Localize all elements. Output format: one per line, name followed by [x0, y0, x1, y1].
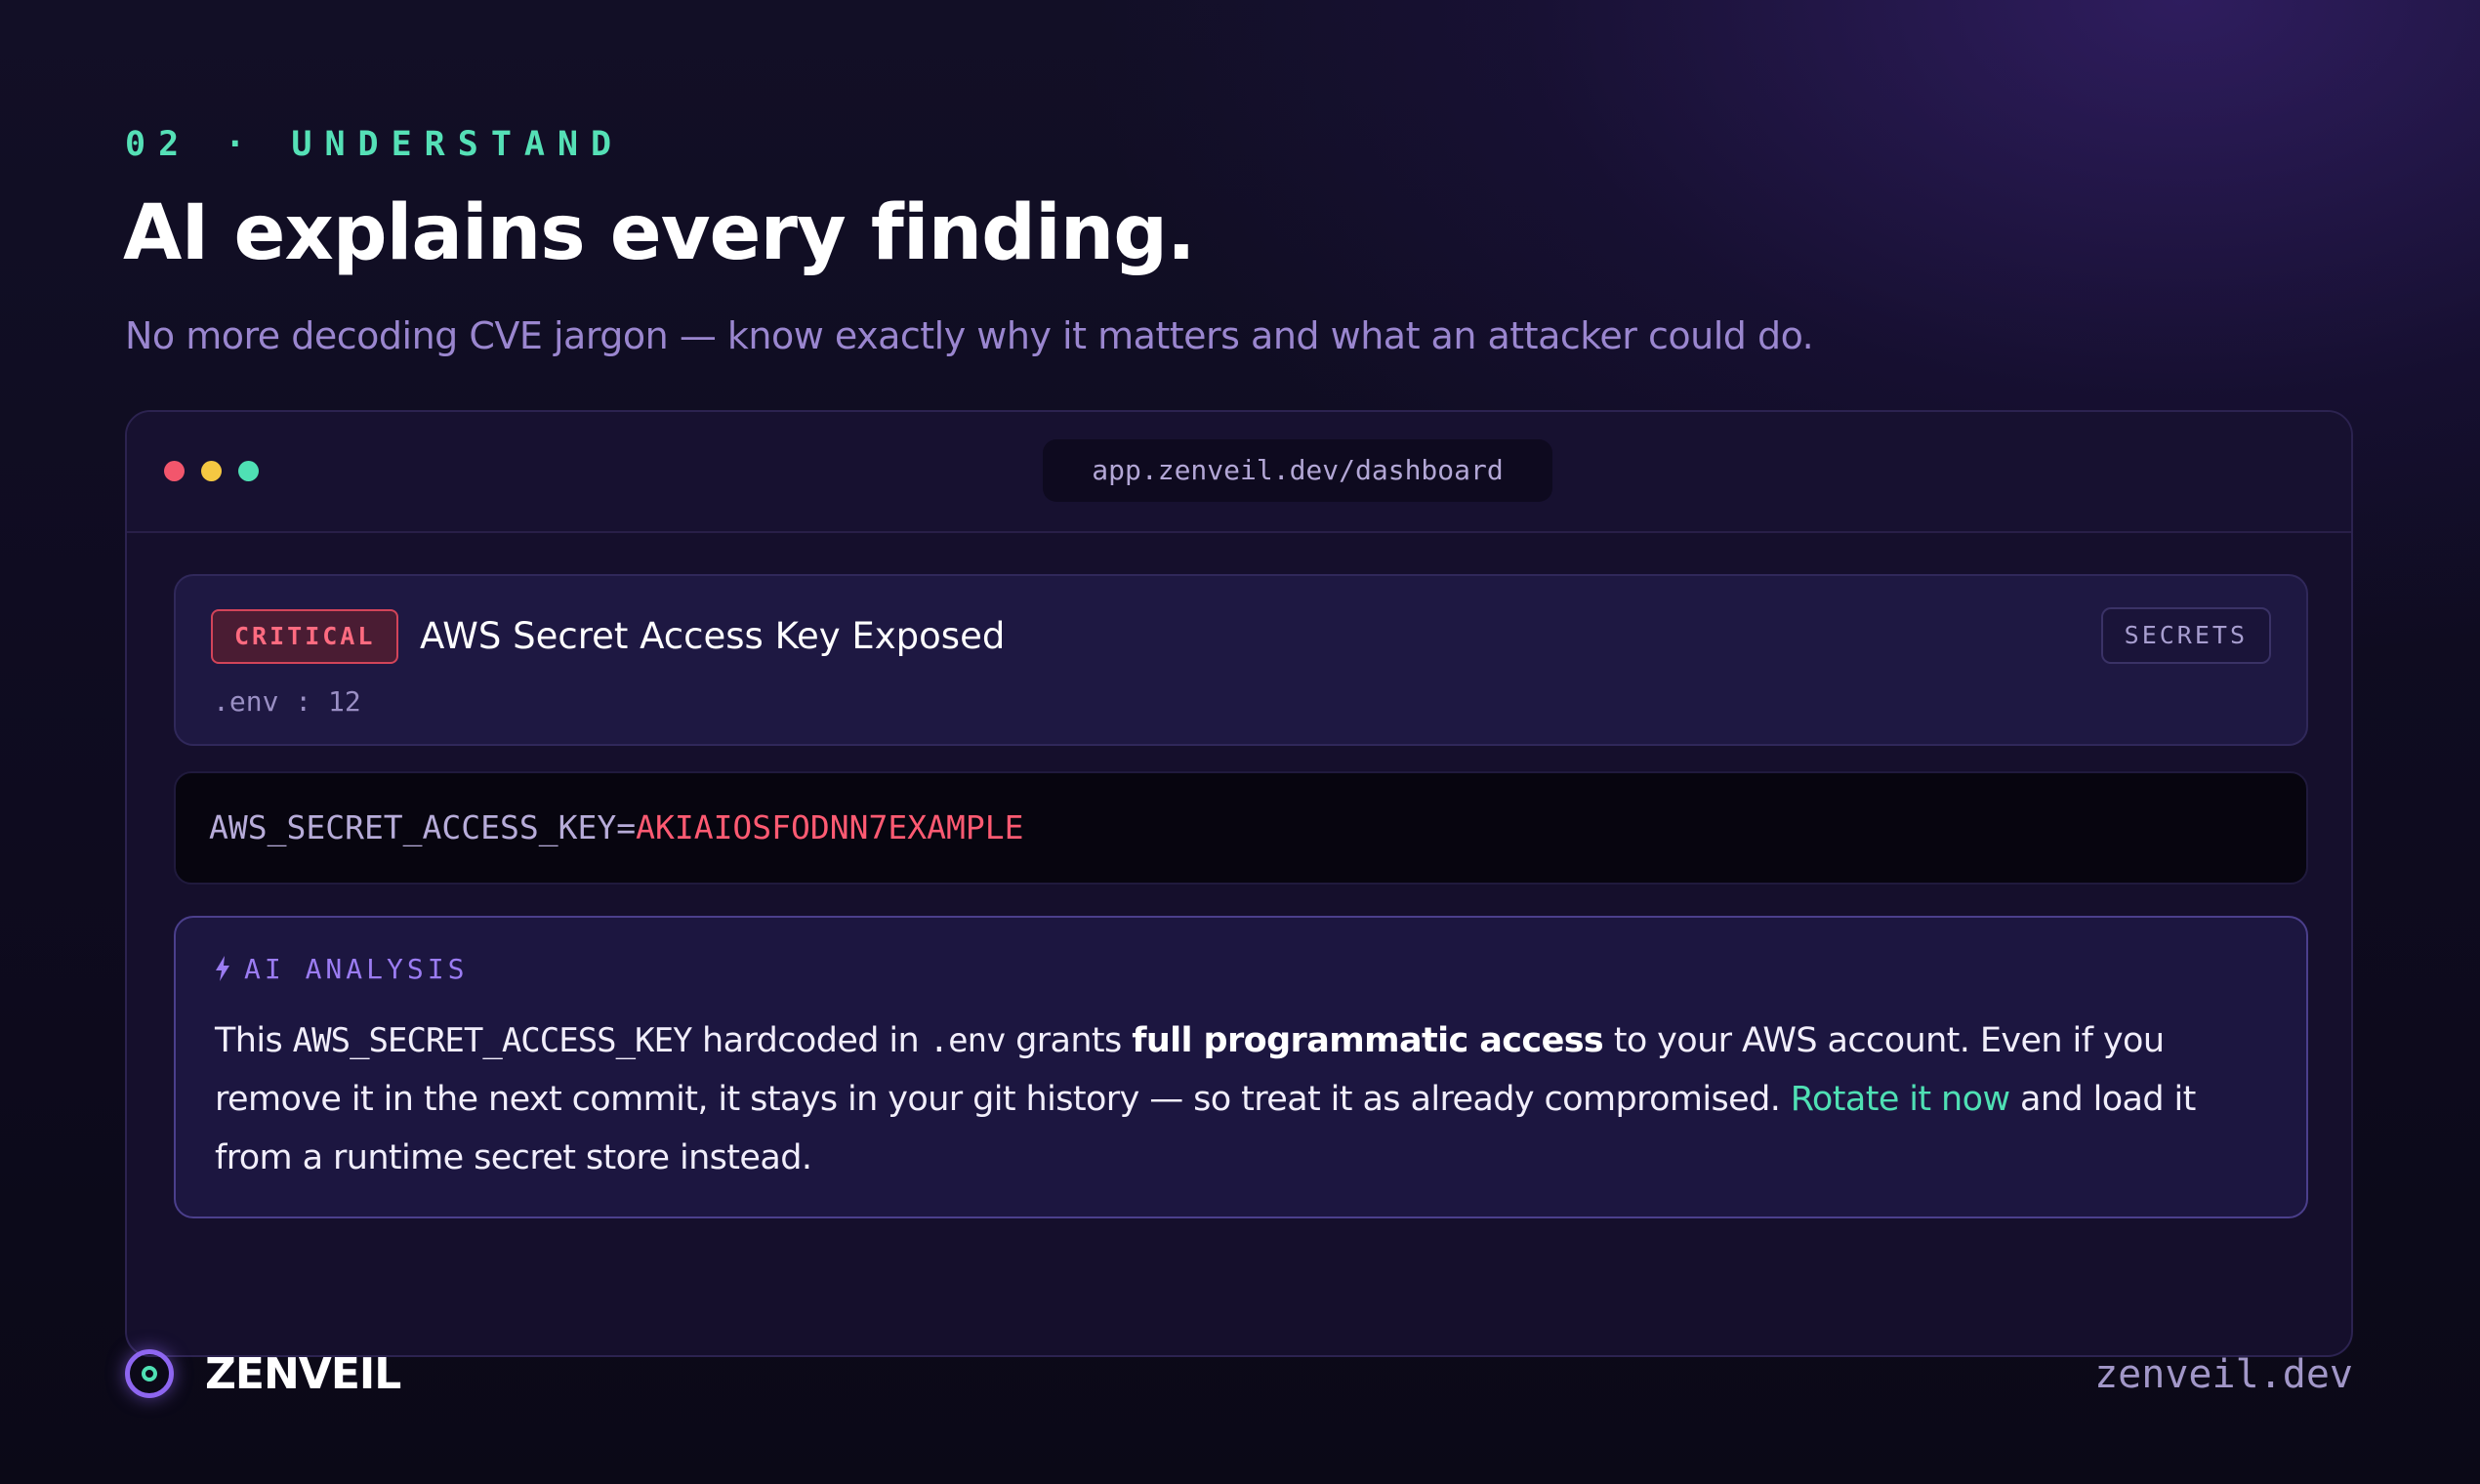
maximize-window-dot[interactable] — [238, 461, 259, 481]
code-snippet: AWS_SECRET_ACCESS_KEY=AKIAIOSFODNN7EXAMP… — [174, 771, 2308, 885]
finding-card[interactable]: CRITICAL AWS Secret Access Key Exposed .… — [174, 574, 2308, 746]
analysis-text-2: hardcoded in — [691, 1021, 930, 1060]
browser-window: app.zenveil.dev/dashboard CRITICAL AWS S… — [125, 410, 2353, 1357]
bolt-icon — [215, 953, 230, 985]
window-titlebar: app.zenveil.dev/dashboard — [127, 412, 2351, 533]
section-separator: · — [225, 125, 259, 164]
zenveil-logo-icon — [125, 1349, 174, 1398]
analysis-text-1: This — [215, 1021, 293, 1060]
page-headline: AI explains every finding. — [123, 189, 1196, 277]
code-secret-value: AKIAIOSFODNN7EXAMPLE — [636, 808, 1024, 846]
section-eyebrow: 02 · UNDERSTAND — [125, 125, 624, 164]
code-key: AWS_SECRET_ACCESS_KEY= — [209, 808, 637, 846]
brand-name: ZENVEIL — [205, 1349, 401, 1399]
finding-location: .env : 12 — [213, 685, 361, 718]
ai-analysis-text: This AWS_SECRET_ACCESS_KEY hardcoded in … — [215, 1011, 2275, 1187]
severity-badge: CRITICAL — [211, 609, 399, 664]
analysis-emphasis: full programmatic access — [1132, 1021, 1604, 1060]
close-window-dot[interactable] — [164, 461, 185, 481]
ai-analysis-title: AI ANALYSIS — [244, 953, 469, 985]
page-subhead: No more decoding CVE jargon — know exact… — [125, 314, 1814, 357]
section-number: 02 — [125, 125, 192, 164]
site-url[interactable]: zenveil.dev — [2094, 1347, 2353, 1402]
ai-analysis-label: AI ANALYSIS — [215, 953, 468, 985]
analysis-text-3: grants — [1005, 1021, 1133, 1060]
category-badge: SECRETS — [2100, 607, 2271, 664]
finding-title: AWS Secret Access Key Exposed — [420, 615, 1006, 657]
section-name: UNDERSTAND — [291, 125, 625, 164]
address-bar[interactable]: app.zenveil.dev/dashboard — [1043, 439, 1552, 502]
minimize-window-dot[interactable] — [201, 461, 222, 481]
analysis-code-key: AWS_SECRET_ACCESS_KEY — [292, 1021, 693, 1060]
analysis-code-file: .env — [929, 1021, 1007, 1060]
rotate-now-link[interactable]: Rotate it now — [1791, 1080, 2010, 1119]
ai-analysis-card: AI ANALYSIS This AWS_SECRET_ACCESS_KEY h… — [174, 916, 2308, 1218]
